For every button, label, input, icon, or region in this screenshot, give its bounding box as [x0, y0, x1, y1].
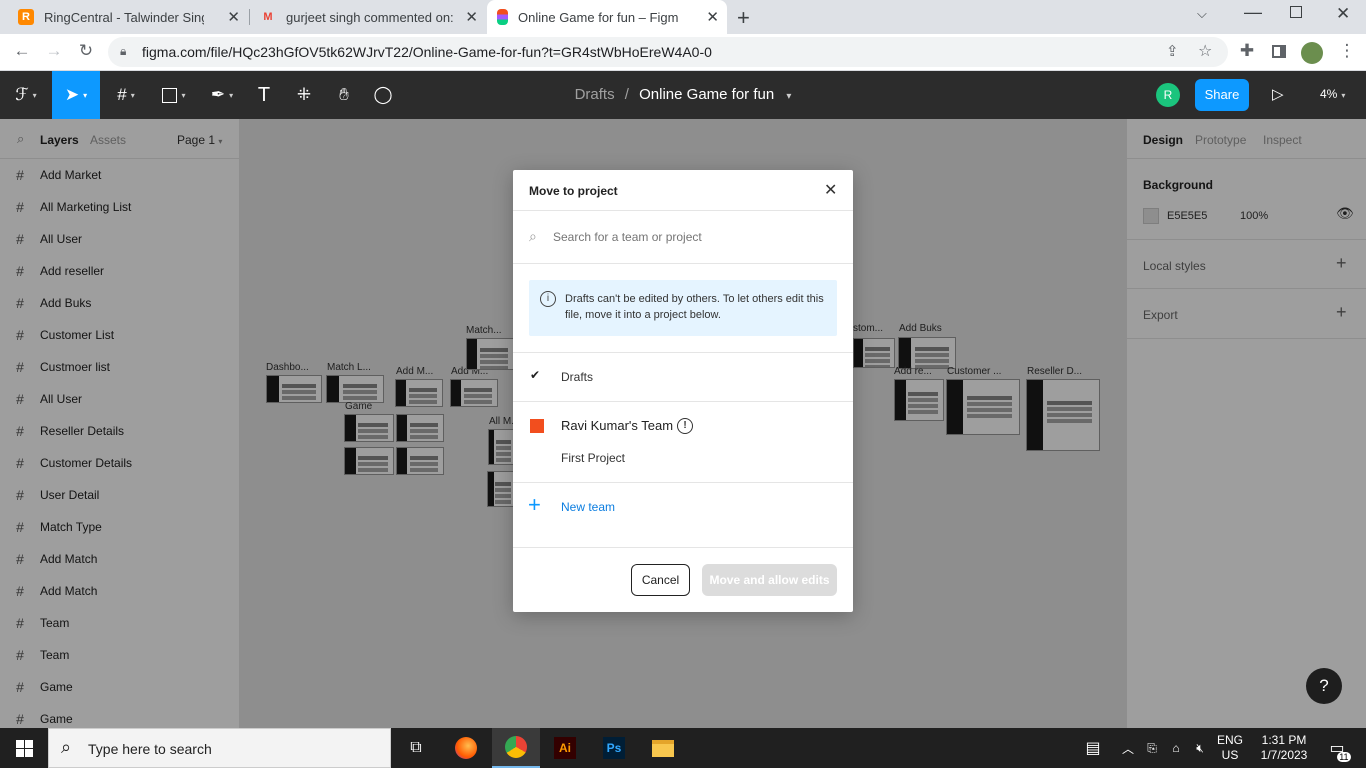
cancel-button[interactable]: Cancel — [631, 564, 690, 596]
clock-date: 1/7/2023 — [1260, 748, 1308, 762]
search-icon: ⌕ — [61, 737, 72, 757]
share-button[interactable]: Share — [1195, 79, 1249, 111]
breadcrumb-separator: / — [624, 86, 629, 103]
notification-count: 11 — [1337, 752, 1351, 762]
photoshop-icon[interactable]: Ps — [590, 728, 638, 768]
lock-icon: 🔒︎ — [120, 44, 127, 58]
browser-toolbar: ← → ↻ 🔒︎ figma.com/file/HQc23hGfOV5tk62W… — [0, 34, 1366, 71]
breadcrumb-drafts[interactable]: Drafts — [575, 86, 615, 103]
close-window-icon[interactable]: ✕ — [1336, 4, 1350, 24]
minimize-icon[interactable]: — — [1244, 2, 1262, 23]
divider — [513, 263, 853, 264]
network-icon[interactable]: ⌂ — [1166, 728, 1186, 768]
warning-info-icon[interactable]: ! — [677, 418, 693, 434]
team-row[interactable]: Ravi Kumar's Team ! — [513, 402, 853, 448]
tab-title: gurjeet singh commented on: "Di — [286, 9, 456, 25]
file-explorer-icon[interactable] — [639, 728, 687, 768]
forward-icon[interactable]: → — [43, 41, 65, 61]
zoom-level: 4% — [1320, 87, 1338, 101]
new-team-option[interactable]: + New team — [513, 483, 853, 529]
clock[interactable]: 1:31 PM 1/7/2023 — [1254, 728, 1314, 768]
language-code: ENG — [1216, 733, 1243, 747]
bookmark-star-icon[interactable]: ☆ — [1198, 41, 1212, 61]
tab-title: Online Game for fun – Figma — [518, 9, 678, 25]
browser-tab-ringcentral[interactable]: R RingCentral - Talwinder Singh ✕ — [8, 0, 248, 34]
browser-tab-figma[interactable]: Online Game for fun – Figma ✕ — [487, 0, 727, 34]
drafts-label: Drafts — [561, 370, 594, 384]
firefox-icon[interactable] — [442, 728, 490, 768]
tab-title: RingCentral - Talwinder Singh — [44, 9, 204, 25]
info-banner: i Drafts can't be edited by others. To l… — [529, 280, 837, 336]
tab-search-chevron-icon[interactable]: ⌵ — [1197, 6, 1207, 22]
drafts-option[interactable]: ✔ Drafts — [513, 353, 853, 401]
region-code: US — [1221, 748, 1239, 762]
help-button[interactable]: ? — [1306, 668, 1342, 704]
address-bar[interactable]: 🔒︎ figma.com/file/HQc23hGfOV5tk62WJrvT22… — [108, 37, 1228, 67]
browser-tab-strip: R RingCentral - Talwinder Singh ✕ M gurj… — [0, 0, 1366, 34]
file-name[interactable]: Online Game for fun — [639, 86, 774, 103]
checkmark-icon: ✔ — [530, 368, 541, 382]
chevron-down-icon[interactable]: ▾ — [786, 91, 791, 102]
divider — [513, 547, 853, 548]
gmail-favicon-icon: M — [263, 11, 273, 23]
back-icon[interactable]: ← — [11, 41, 33, 61]
extensions-puzzle-icon[interactable]: ✚ — [1236, 41, 1258, 61]
close-tab-icon[interactable]: ✕ — [465, 8, 478, 26]
language-indicator[interactable]: ENG US — [1214, 728, 1246, 768]
chrome-icon[interactable] — [492, 728, 540, 768]
close-tab-icon[interactable]: ✕ — [227, 8, 240, 26]
meet-now-icon[interactable]: ⎘ — [1142, 728, 1162, 768]
windows-start-icon[interactable] — [0, 728, 48, 768]
figma-favicon-icon — [497, 9, 508, 25]
move-and-allow-edits-button[interactable]: Move and allow edits — [702, 564, 837, 596]
browser-menu-icon[interactable]: ⋮ — [1336, 41, 1358, 61]
url-text[interactable]: figma.com/file/HQc23hGfOV5tk62WJrvT22/On… — [142, 44, 712, 60]
reload-icon[interactable]: ↻ — [75, 41, 97, 61]
user-avatar[interactable]: R — [1156, 83, 1180, 107]
volume-muted-icon[interactable]: 🔇︎ — [1190, 728, 1210, 768]
taskbar-search-box[interactable]: ⌕ Type here to search — [48, 728, 391, 768]
close-icon[interactable]: ✕ — [824, 180, 837, 200]
close-tab-icon[interactable]: ✕ — [706, 8, 719, 26]
new-tab-icon[interactable]: + — [737, 5, 750, 31]
divider — [513, 210, 853, 211]
plus-icon: + — [528, 492, 541, 517]
side-panel-icon[interactable] — [1272, 45, 1286, 58]
profile-avatar[interactable] — [1301, 42, 1323, 64]
browser-tab-gmail[interactable]: M gurjeet singh commented on: "Di ✕ — [250, 0, 486, 34]
info-text: Drafts can't be edited by others. To let… — [565, 293, 824, 321]
team-project-search-input[interactable] — [553, 226, 833, 248]
illustrator-icon[interactable]: Ai — [541, 728, 589, 768]
share-page-icon[interactable]: ⇪ — [1166, 42, 1179, 60]
team-color-icon — [530, 419, 544, 433]
info-icon: i — [540, 291, 556, 307]
move-to-project-dialog: Move to project ✕ ⌕ i Drafts can't be ed… — [513, 170, 853, 612]
notifications-icon[interactable]: ▭ 11 — [1322, 728, 1352, 768]
figma-toolbar: ℱ ▾ ➤ ▾ # ▾ ▾ ✒ ▾ T ⁜ ✋︎ ◯ Drafts / Online G… — [0, 71, 1366, 119]
news-widget-icon[interactable]: ▤ — [1078, 728, 1108, 768]
clock-time: 1:31 PM — [1261, 733, 1307, 747]
restore-icon[interactable] — [1290, 6, 1302, 18]
dialog-title: Move to project — [529, 184, 618, 198]
zoom-menu[interactable]: 4% ▾ — [1320, 87, 1345, 101]
present-play-icon[interactable]: ▷ — [1272, 85, 1284, 103]
new-team-label: New team — [561, 500, 616, 514]
task-view-icon[interactable]: ⧉ — [392, 728, 440, 768]
taskbar-search-placeholder: Type here to search — [88, 741, 212, 757]
project-option-first-project[interactable]: First Project — [561, 451, 625, 465]
windows-taskbar: ⌕ Type here to search ⧉ Ai Ps ▤ ︿ ⎘ ⌂ 🔇︎… — [0, 728, 1366, 768]
tray-chevron-up-icon[interactable]: ︿ — [1118, 728, 1138, 768]
ringcentral-favicon-icon: R — [18, 9, 34, 25]
team-name: Ravi Kumar's Team — [561, 418, 674, 433]
search-icon: ⌕ — [529, 228, 537, 244]
